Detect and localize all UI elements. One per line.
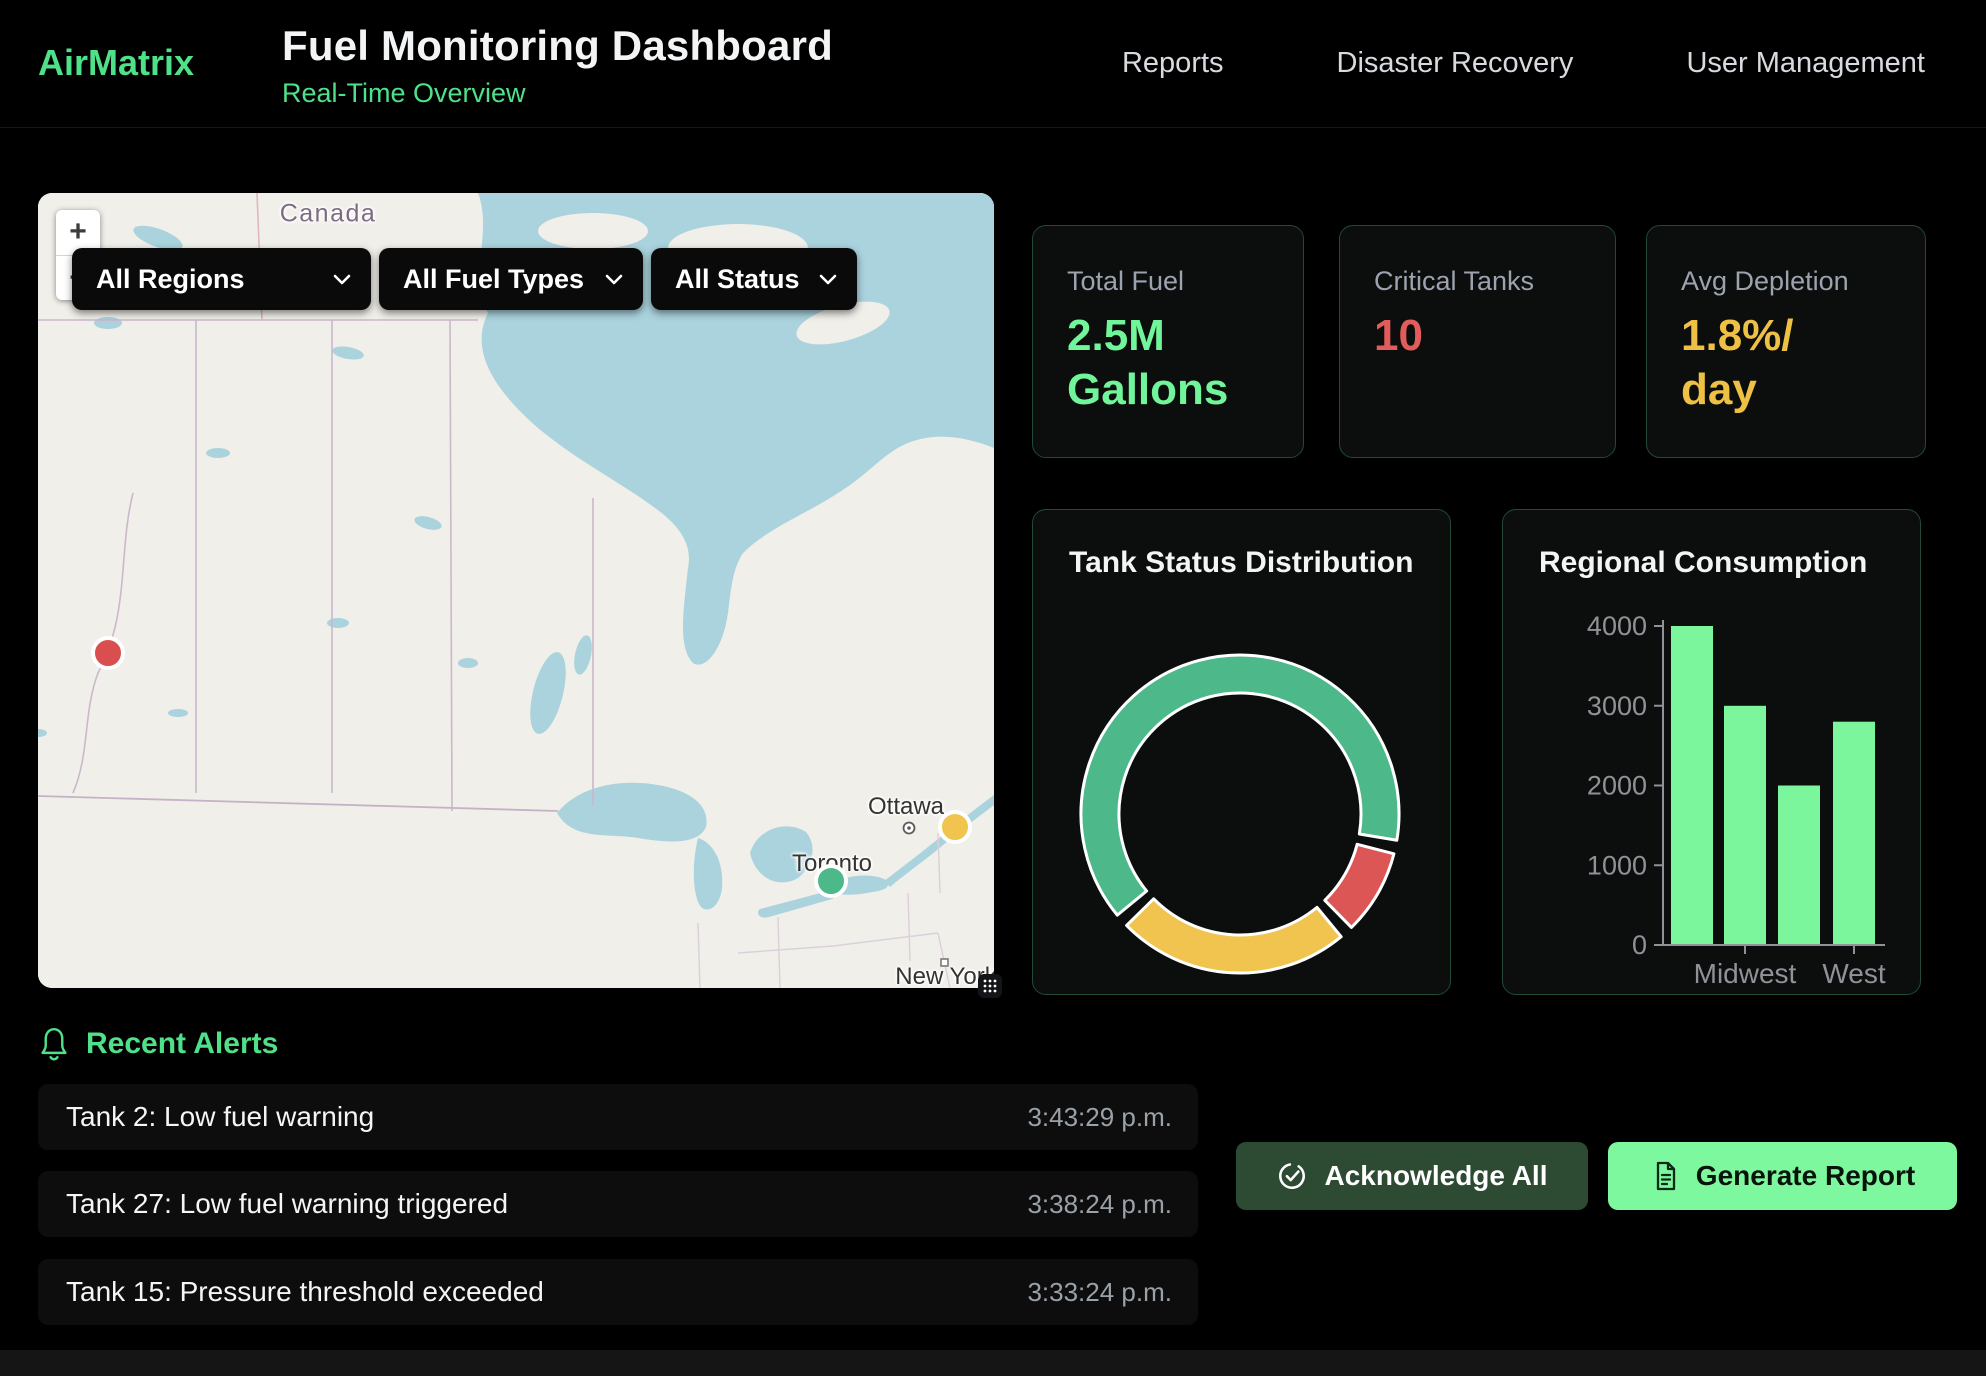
tank-marker-critical[interactable] (91, 636, 125, 670)
page-title: Fuel Monitoring Dashboard (282, 22, 833, 70)
grid-handle-icon[interactable] (978, 974, 1002, 998)
bar-0 (1671, 626, 1713, 945)
chevron-down-icon (333, 274, 351, 285)
alert-time: 3:38:24 p.m. (1027, 1189, 1172, 1220)
alert-row[interactable]: Tank 2: Low fuel warning 3:43:29 p.m. (38, 1084, 1198, 1150)
document-icon (1650, 1160, 1680, 1192)
chevron-down-icon (605, 274, 623, 285)
stat-card-avg-depletion: Avg Depletion 1.8%/day (1646, 225, 1926, 458)
stat-value: 2.5MGallons (1067, 309, 1303, 416)
stat-value: 1.8%/day (1681, 309, 1925, 416)
y-tick-label: 0 (1632, 930, 1647, 960)
y-tick-label: 2000 (1587, 771, 1647, 801)
stat-card-critical-tanks: Critical Tanks 10 (1339, 225, 1616, 458)
page-subtitle: Real-Time Overview (282, 78, 833, 109)
y-tick-label: 4000 (1587, 611, 1647, 641)
y-tick-label: 3000 (1587, 691, 1647, 721)
stat-value: 10 (1374, 309, 1615, 363)
acknowledge-all-label: Acknowledge All (1324, 1160, 1547, 1192)
map-label-ottawa: Ottawa (868, 793, 944, 821)
stat-label: Total Fuel (1067, 266, 1303, 297)
header: AirMatrix Fuel Monitoring Dashboard Real… (0, 0, 1986, 128)
chart-title: Tank Status Distribution (1069, 546, 1413, 580)
bar-2 (1778, 786, 1820, 946)
map-panel[interactable]: Canada Ottawa Toronto New York + − All R… (38, 193, 994, 988)
tank-marker-warning[interactable] (938, 810, 972, 844)
chevron-down-icon (819, 274, 837, 285)
status-filter-value: All Status (675, 264, 800, 295)
regional-consumption-bar-chart: 0 1000 2000 3000 4000 Midwest West (1503, 510, 1922, 996)
chart-title: Regional Consumption (1539, 546, 1867, 580)
alert-text: Tank 15: Pressure threshold exceeded (66, 1276, 544, 1308)
stat-label: Critical Tanks (1374, 266, 1615, 297)
generate-report-button[interactable]: Generate Report (1608, 1142, 1957, 1210)
map-label-canada: Canada (280, 200, 377, 229)
fuel-type-filter-dropdown[interactable]: All Fuel Types (379, 248, 643, 310)
y-tick-label: 1000 (1587, 850, 1647, 880)
fuel-type-filter-value: All Fuel Types (403, 264, 584, 295)
map-island (538, 213, 648, 249)
app-logo[interactable]: AirMatrix (38, 42, 194, 84)
nav-user-management[interactable]: User Management (1686, 47, 1925, 80)
title-block: Fuel Monitoring Dashboard Real-Time Over… (282, 22, 833, 109)
x-tick-label: Midwest (1694, 958, 1797, 989)
region-filter-dropdown[interactable]: All Regions (72, 248, 371, 310)
status-filter-dropdown[interactable]: All Status (651, 248, 857, 310)
bell-icon (38, 1026, 70, 1062)
bar-1 (1724, 706, 1766, 945)
x-tick-label: West (1822, 958, 1885, 989)
nav-disaster-recovery[interactable]: Disaster Recovery (1337, 47, 1574, 80)
fuel-monitoring-dashboard: AirMatrix Fuel Monitoring Dashboard Real… (0, 0, 1986, 1376)
acknowledge-all-button[interactable]: Acknowledge All (1236, 1142, 1588, 1210)
tank-status-distribution-card: Tank Status Distribution (1032, 509, 1451, 995)
alert-text: Tank 27: Low fuel warning triggered (66, 1188, 508, 1220)
region-filter-value: All Regions (96, 264, 245, 295)
alert-time: 3:43:29 p.m. (1027, 1102, 1172, 1133)
generate-report-label: Generate Report (1696, 1160, 1915, 1192)
tank-status-donut-chart (1033, 510, 1452, 996)
footer-strip (0, 1350, 1986, 1376)
tank-marker-normal[interactable] (814, 864, 848, 898)
stat-label: Avg Depletion (1681, 266, 1925, 297)
alert-row[interactable]: Tank 15: Pressure threshold exceeded 3:3… (38, 1259, 1198, 1325)
recent-alerts-title: Recent Alerts (86, 1027, 278, 1061)
alert-row[interactable]: Tank 27: Low fuel warning triggered 3:38… (38, 1171, 1198, 1237)
bar-3 (1833, 722, 1875, 945)
alert-time: 3:33:24 p.m. (1027, 1277, 1172, 1308)
map-filters: All Regions All Fuel Types All Status (72, 248, 857, 310)
regional-consumption-card: Regional Consumption 0 1000 2000 3000 4000 Mi… (1502, 509, 1921, 995)
main-nav: Reports Disaster Recovery User Managemen… (1122, 0, 1925, 127)
stat-card-total-fuel: Total Fuel 2.5MGallons (1032, 225, 1304, 458)
donut-segment-critical (1325, 844, 1394, 927)
nav-reports[interactable]: Reports (1122, 47, 1224, 80)
alert-text: Tank 2: Low fuel warning (66, 1101, 374, 1133)
donut-segment-warning (1127, 899, 1342, 973)
recent-alerts-heading: Recent Alerts (38, 1026, 278, 1062)
check-circle-icon (1276, 1160, 1308, 1192)
